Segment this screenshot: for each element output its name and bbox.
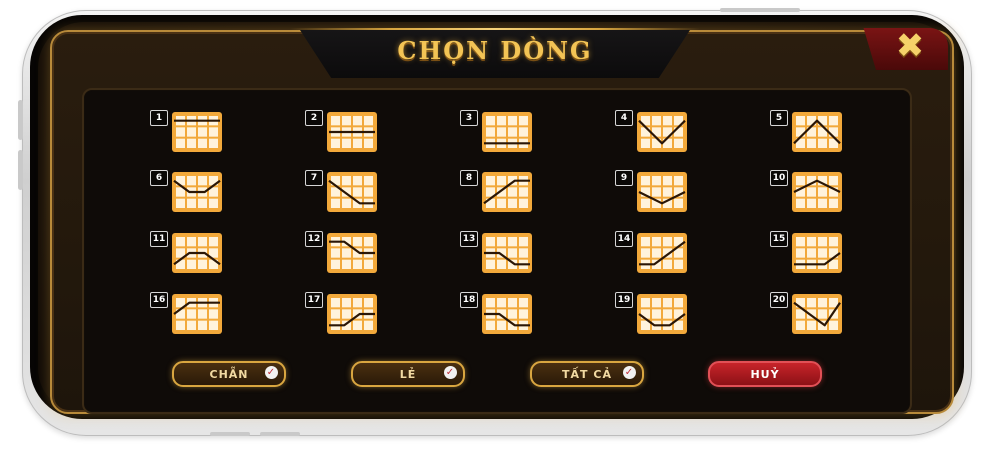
close-icon: ✖ (895, 26, 925, 66)
odd-lines-button[interactable]: LẺ ✓ (351, 361, 465, 387)
close-button[interactable]: ✖ (890, 26, 930, 66)
payline-number: 18 (460, 292, 478, 308)
payline-number: 2 (305, 110, 323, 126)
cancel-label: HUỶ (750, 367, 780, 381)
payline-number: 15 (770, 231, 788, 247)
payline-option[interactable]: 2 (305, 110, 377, 152)
payline-pattern-icon (172, 112, 222, 152)
payline-number: 9 (615, 170, 633, 186)
payline-pattern-icon (482, 172, 532, 212)
even-lines-label: CHẴN (209, 367, 249, 381)
payline-option[interactable]: 4 (615, 110, 687, 152)
payline-number: 17 (305, 292, 323, 308)
payline-option[interactable]: 9 (615, 170, 687, 212)
payline-number: 6 (150, 170, 168, 186)
payline-number: 3 (460, 110, 478, 126)
all-lines-label: TẤT CẢ (562, 367, 612, 381)
payline-option[interactable]: 13 (460, 231, 532, 273)
check-icon: ✓ (623, 366, 636, 379)
payline-number: 20 (770, 292, 788, 308)
payline-number: 11 (150, 231, 168, 247)
payline-number: 19 (615, 292, 633, 308)
payline-pattern-icon (792, 233, 842, 273)
payline-pattern-icon (327, 233, 377, 273)
payline-number: 1 (150, 110, 168, 126)
cancel-button[interactable]: HUỶ (708, 361, 822, 387)
payline-option[interactable]: 15 (770, 231, 842, 273)
payline-option[interactable]: 3 (460, 110, 532, 152)
payline-number: 16 (150, 292, 168, 308)
payline-pattern-icon (792, 112, 842, 152)
payline-number: 13 (460, 231, 478, 247)
even-lines-button[interactable]: CHẴN ✓ (172, 361, 286, 387)
phone-side-button (18, 150, 23, 190)
payline-pattern-icon (327, 172, 377, 212)
dialog-title: CHỌN DÒNG (397, 36, 593, 65)
payline-option[interactable]: 12 (305, 231, 377, 273)
payline-option[interactable]: 14 (615, 231, 687, 273)
payline-option[interactable]: 1 (150, 110, 222, 152)
payline-number: 10 (770, 170, 788, 186)
payline-pattern-icon (637, 294, 687, 334)
payline-number: 4 (615, 110, 633, 126)
payline-option[interactable]: 11 (150, 231, 222, 273)
check-icon: ✓ (265, 366, 278, 379)
payline-pattern-icon (172, 233, 222, 273)
payline-pattern-icon (482, 233, 532, 273)
payline-option[interactable]: 16 (150, 292, 222, 334)
payline-pattern-icon (482, 294, 532, 334)
payline-option[interactable]: 17 (305, 292, 377, 334)
payline-pattern-icon (327, 112, 377, 152)
payline-option[interactable]: 10 (770, 170, 842, 212)
payline-pattern-icon (327, 294, 377, 334)
payline-pattern-icon (792, 294, 842, 334)
payline-option[interactable]: 20 (770, 292, 842, 334)
phone-top-button (720, 8, 800, 12)
phone-side-button (18, 100, 23, 140)
payline-number: 7 (305, 170, 323, 186)
payline-option[interactable]: 8 (460, 170, 532, 212)
payline-option[interactable]: 5 (770, 110, 842, 152)
payline-number: 8 (460, 170, 478, 186)
payline-option[interactable]: 18 (460, 292, 532, 334)
phone-bottom-button (260, 432, 300, 436)
payline-pattern-icon (482, 112, 532, 152)
payline-number: 14 (615, 231, 633, 247)
payline-pattern-icon (792, 172, 842, 212)
payline-number: 12 (305, 231, 323, 247)
payline-pattern-icon (172, 294, 222, 334)
payline-number: 5 (770, 110, 788, 126)
payline-option[interactable]: 19 (615, 292, 687, 334)
payline-option[interactable]: 6 (150, 170, 222, 212)
payline-pattern-icon (637, 112, 687, 152)
payline-pattern-icon (637, 172, 687, 212)
check-icon: ✓ (444, 366, 457, 379)
payline-pattern-icon (172, 172, 222, 212)
odd-lines-label: LẺ (399, 367, 417, 381)
phone-bottom-button (210, 432, 250, 436)
payline-pattern-icon (637, 233, 687, 273)
payline-option[interactable]: 7 (305, 170, 377, 212)
all-lines-button[interactable]: TẤT CẢ ✓ (530, 361, 644, 387)
